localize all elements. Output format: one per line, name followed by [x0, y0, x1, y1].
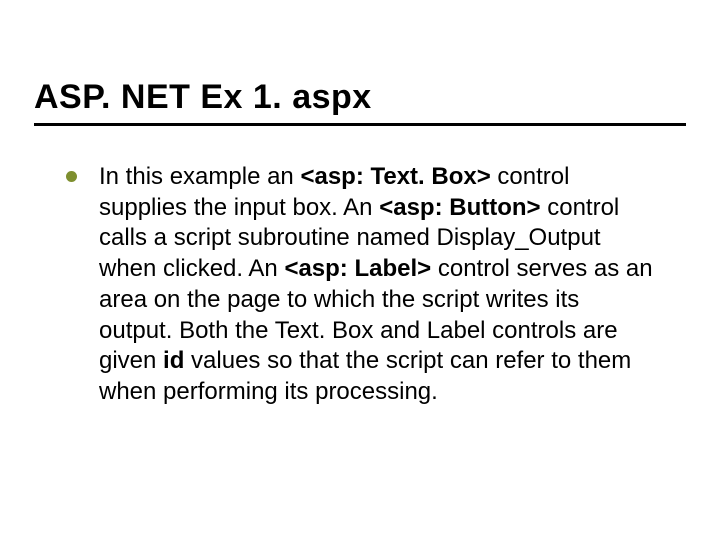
bullet-item: In this example an <asp: Text. Box> cont…: [66, 162, 660, 408]
body-block: In this example an <asp: Text. Box> cont…: [66, 162, 660, 408]
bullet-text: In this example an <asp: Text. Box> cont…: [99, 162, 659, 408]
title-block: ASP. NET Ex 1. aspx: [34, 78, 686, 126]
slide: ASP. NET Ex 1. aspx In this example an <…: [0, 0, 720, 540]
slide-title: ASP. NET Ex 1. aspx: [34, 78, 686, 117]
bullet-dot-icon: [66, 171, 77, 182]
title-underline: [34, 123, 686, 126]
